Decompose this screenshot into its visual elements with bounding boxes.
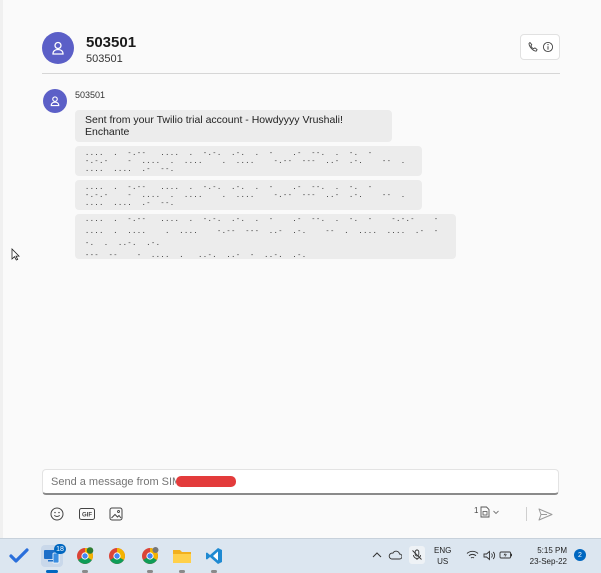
notification-badge[interactable]: 2 (574, 549, 586, 561)
network-tray[interactable] (465, 548, 479, 562)
vscode-app[interactable] (203, 545, 225, 567)
sim-card-icon (481, 506, 490, 518)
sim-selector[interactable]: 1 (474, 506, 500, 518)
onedrive-tray[interactable] (388, 548, 402, 562)
svg-text:GIF: GIF (82, 513, 92, 519)
clock-date: 23-Sep-22 (529, 557, 567, 566)
header-actions (520, 34, 560, 60)
todo-icon (9, 548, 29, 563)
conversation-header: 503501 503501 (42, 30, 560, 74)
mic-off-icon (412, 549, 422, 560)
sender-avatar (43, 89, 67, 113)
sender-name: 503501 (75, 90, 106, 100)
chrome-canary-icon (142, 547, 159, 564)
redacted-sim-number (176, 476, 236, 487)
mic-status-tray[interactable] (409, 546, 425, 564)
chevron-up-icon (372, 552, 382, 558)
send-button[interactable] (536, 505, 554, 523)
system-clock[interactable]: 5:15 PM 23-Sep-22 (523, 545, 567, 567)
sim-number: 1 (474, 506, 479, 515)
volume-tray[interactable] (482, 548, 496, 562)
wifi-icon (466, 550, 478, 559)
mail-badge: 18 (54, 544, 66, 554)
region-code: US (437, 557, 449, 566)
battery-icon (499, 551, 512, 559)
gif-icon: GIF (79, 508, 95, 520)
message-bubble[interactable]: Sent from your Twilio trial account - Ho… (75, 110, 392, 142)
message-text: .... . -.-- .... . -.-. .-. . - .- --. .… (85, 183, 416, 207)
volume-icon (483, 550, 495, 560)
message-compose-box[interactable] (42, 469, 559, 495)
chrome-app[interactable] (106, 545, 128, 567)
chrome-icon (109, 548, 125, 564)
message-text: .... . -.-- .... . -.-. .-. . - .- --. .… (85, 149, 416, 173)
message-input[interactable] (51, 475, 176, 488)
message-text: Sent from your Twilio trial account - Ho… (85, 114, 343, 138)
battery-tray[interactable] (499, 548, 513, 562)
mouse-cursor-icon (11, 248, 20, 261)
message-bubble[interactable]: .... . -.-- .... . -.-. .-. . - .- --. .… (75, 214, 456, 259)
file-explorer-icon (173, 550, 191, 563)
emoji-icon (50, 507, 64, 521)
toolbar-divider (526, 507, 527, 521)
message-bubble[interactable]: .... . -.-- .... . -.-. .-. . - .- --. .… (75, 146, 422, 176)
chevron-down-icon (493, 510, 500, 515)
contact-avatar[interactable] (42, 32, 74, 64)
vscode-icon (206, 548, 222, 564)
contact-number: 503501 (86, 53, 123, 65)
chrome-profile-app[interactable] (74, 545, 96, 567)
file-explorer-app[interactable] (171, 545, 193, 567)
gif-button[interactable]: GIF (78, 505, 96, 523)
contact-title: 503501 (86, 34, 137, 51)
chrome-canary-app[interactable] (139, 545, 161, 567)
cloud-icon (388, 550, 402, 560)
input-language[interactable]: ENG US (434, 545, 451, 567)
send-icon (538, 508, 552, 520)
emoji-button[interactable] (48, 505, 66, 523)
phone-icon[interactable] (527, 41, 539, 53)
clock-time: 5:15 PM (537, 546, 567, 555)
person-icon (52, 41, 64, 55)
window-edge (0, 0, 3, 538)
person-icon (50, 96, 60, 107)
chrome-profile-icon (77, 547, 94, 564)
image-icon (109, 507, 123, 521)
show-hidden-icons-button[interactable] (370, 548, 384, 562)
image-button[interactable] (107, 505, 125, 523)
todo-app[interactable] (8, 545, 30, 567)
message-bubble[interactable]: .... . -.-- .... . -.-. .-. . - .- --. .… (75, 180, 422, 210)
messages-app: 503501 503501 503501 Sent from your Twil… (0, 0, 601, 538)
message-text: .... . -.-- .... . -.-. .-. . - .- --. .… (85, 214, 439, 259)
language-code: ENG (434, 546, 452, 555)
info-icon[interactable] (542, 41, 554, 53)
